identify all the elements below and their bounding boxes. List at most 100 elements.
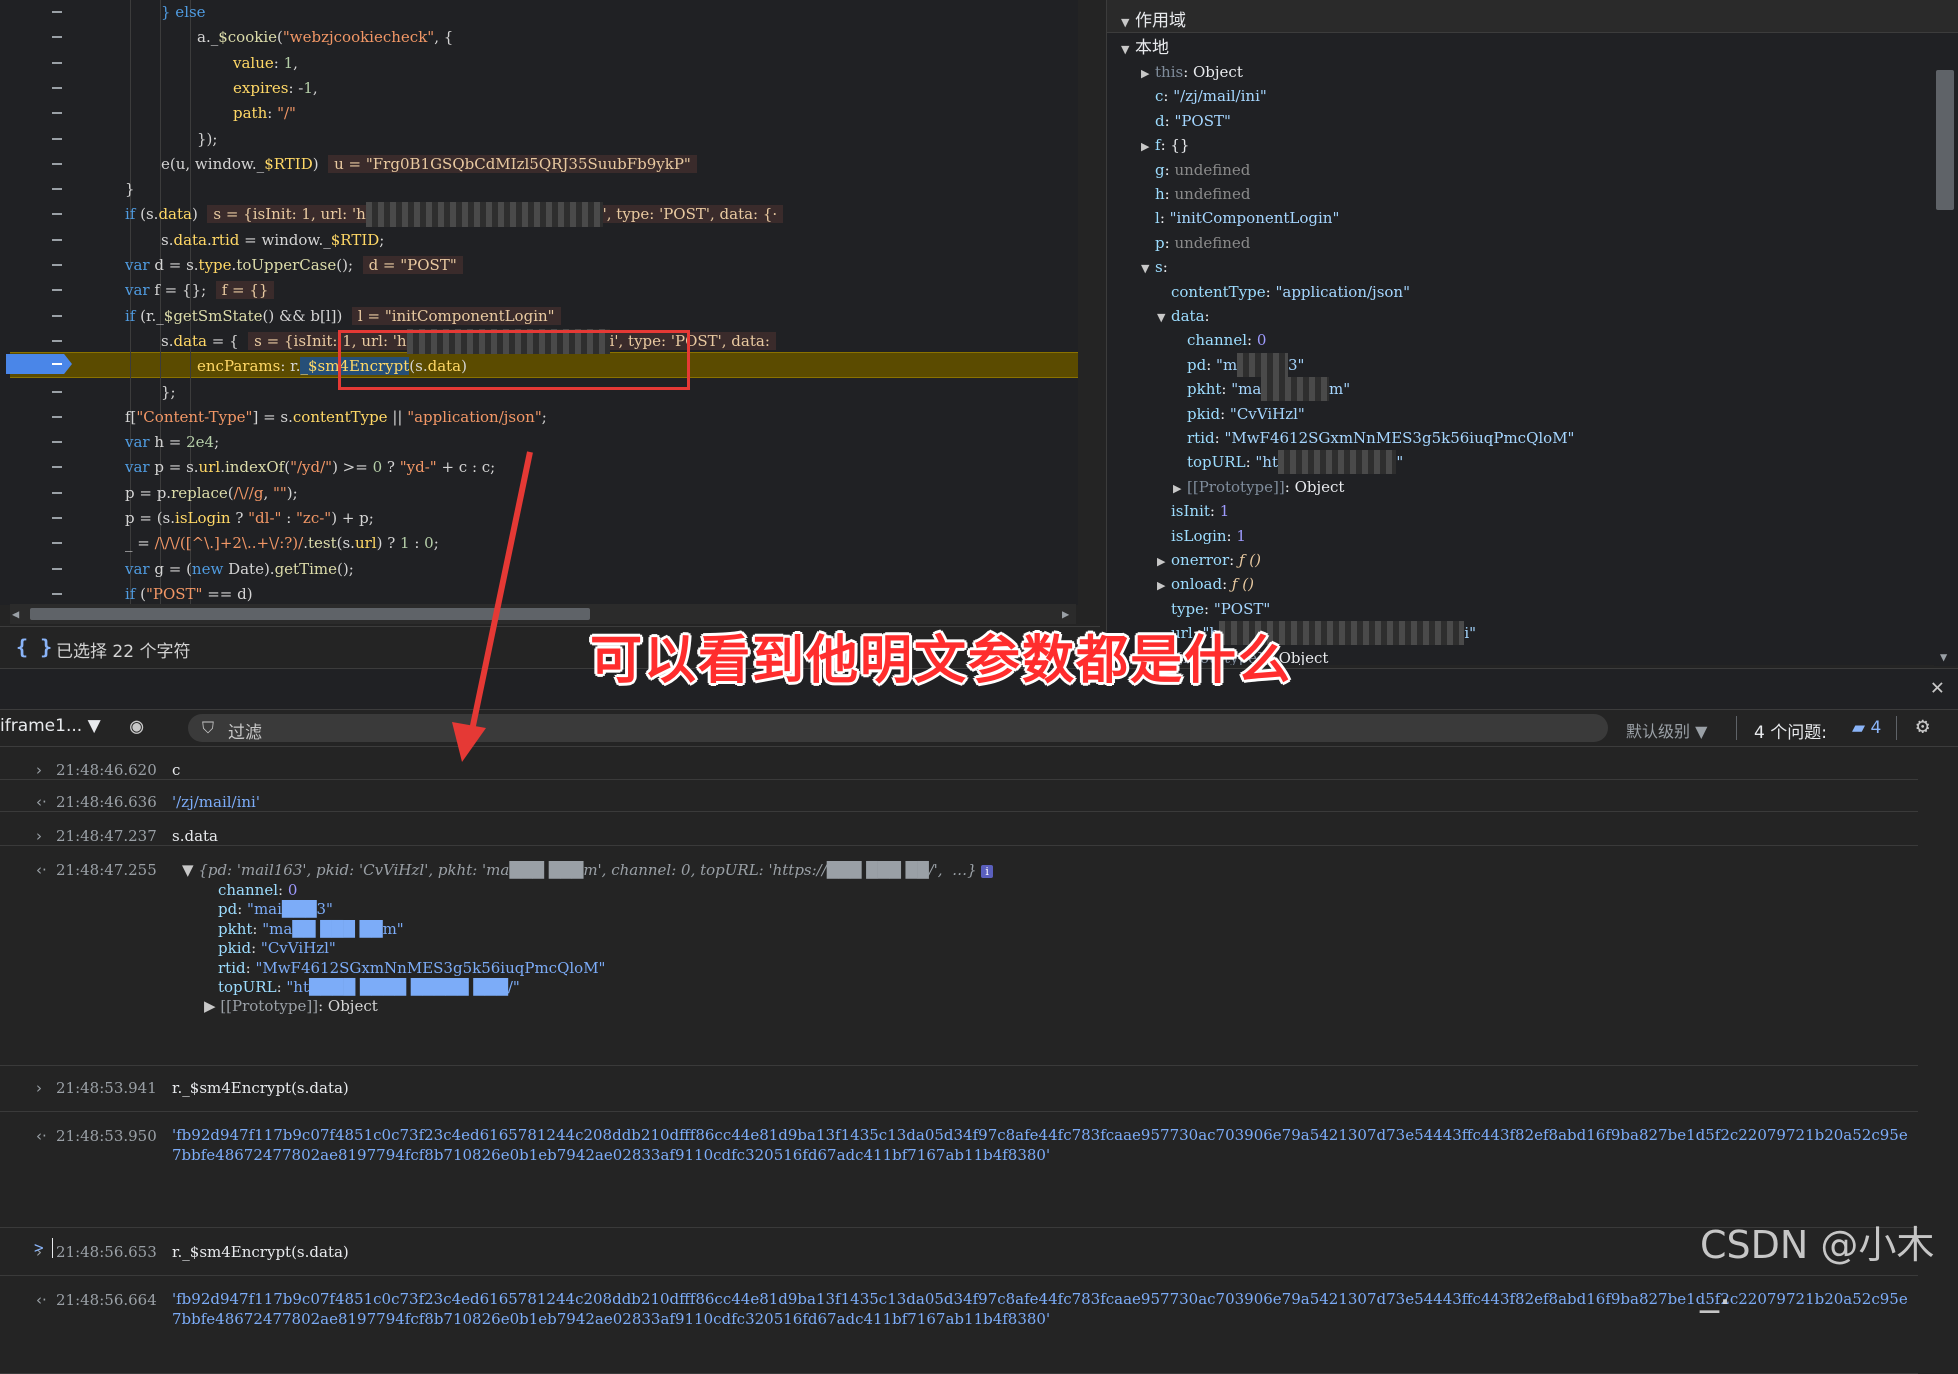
code-line[interactable]: value: 1, (233, 51, 298, 76)
code-line[interactable]: e(u, window._$RTID) u = "Frg0B1GSQbCdMIz… (161, 152, 697, 177)
code-line[interactable]: }); (197, 127, 217, 152)
code-line[interactable]: path: "/" (233, 101, 296, 126)
code-line[interactable]: var f = {}; f = {} (125, 278, 275, 303)
source-h-scroll-thumb[interactable] (30, 608, 590, 620)
code-line[interactable]: if (s.data) s = {isInit: 1, url: 'hxxxxx… (125, 202, 784, 228)
expand-triangle-icon[interactable]: ▶ (1141, 135, 1155, 159)
line-gutter[interactable] (0, 0, 78, 605)
code-editor[interactable]: } else a._$cookie("webzjcookiecheck", {va… (78, 0, 1078, 605)
code-line[interactable]: var g = (new Date).getTime(); (125, 557, 354, 582)
line-number-marker[interactable] (52, 238, 62, 241)
line-number-marker[interactable] (52, 11, 62, 13)
collapse-triangle-icon[interactable]: ▼ (1141, 257, 1155, 281)
scope-variable-row: isLogin: 1 (1157, 524, 1246, 548)
line-number-marker[interactable] (52, 466, 62, 469)
console-entry[interactable]: › 21:48:47.237 s.data (0, 813, 1918, 846)
pretty-print-icon[interactable]: { } (16, 635, 52, 659)
line-number-marker[interactable] (52, 339, 62, 342)
code-line[interactable]: f["Content-Type"] = s.contentType || "ap… (125, 405, 547, 430)
line-number-marker[interactable] (52, 567, 62, 570)
eye-icon[interactable]: ◉ (130, 714, 143, 739)
scope-variable-text: [[Prototype]]: Object (1187, 477, 1345, 496)
line-number-marker[interactable] (52, 542, 62, 545)
scope-variable-row[interactable]: ▶ onerror: ƒ () (1157, 548, 1261, 572)
code-line[interactable]: } else (161, 0, 206, 25)
line-number-marker[interactable] (52, 517, 62, 519)
console-command: s.data (172, 827, 218, 845)
line-number-marker[interactable] (52, 36, 62, 39)
console-entry[interactable]: ‹· 21:48:56.664 'fb92d947f117b9c07f4851c0c… (0, 1277, 1918, 1374)
line-number-marker[interactable] (52, 137, 62, 140)
code-line[interactable]: if (r._$getSmState() && b[l]) l = "initC… (125, 304, 561, 329)
line-number-marker[interactable] (52, 264, 62, 266)
scope-variable-row[interactable]: ▶ this: Object (1141, 60, 1243, 84)
filter-input[interactable]: ⛉ 过滤 (188, 714, 1608, 743)
code-line[interactable]: if ("POST" == d) (125, 582, 253, 605)
scope-variable-text: type: "POST" (1171, 599, 1271, 618)
line-number-marker[interactable] (52, 213, 62, 216)
console-input[interactable] (52, 1238, 53, 1258)
line-number-marker[interactable] (52, 441, 62, 444)
line-number-marker[interactable] (52, 390, 62, 393)
issues-count-badge[interactable]: ▰ 4 (1852, 718, 1881, 738)
scope-section-header[interactable]: ▼ 作用域 (1107, 0, 1958, 33)
issues-label[interactable]: 4 个问题: (1754, 718, 1827, 743)
line-number-marker[interactable] (52, 415, 62, 418)
line-number-marker[interactable] (52, 86, 62, 89)
line-number-marker[interactable] (52, 289, 62, 292)
code-line[interactable]: var h = 2e4; (125, 430, 219, 455)
scope-variable-row[interactable]: ▼ data: (1157, 304, 1210, 328)
console-entry[interactable]: ‹· 21:48:46.636 '/zj/mail/ini' (0, 779, 1918, 812)
object-property[interactable]: ▶ [[Prototype]]: Object (204, 997, 378, 1015)
source-code-pane[interactable]: } else a._$cookie("webzjcookiecheck", {va… (0, 0, 1078, 605)
collapse-triangle-icon[interactable]: ▼ (1157, 306, 1171, 330)
code-line[interactable]: _ = /\/\/([^\.]+2\..+\/:?)/.test(s.url) … (125, 531, 439, 556)
log-level-select[interactable]: 默认级别 ▼ (1626, 718, 1707, 742)
console-entry[interactable]: › 21:48:56.653 r._$sm4Encrypt(s.data) (0, 1229, 1918, 1276)
close-icon[interactable]: ✕ (1931, 675, 1944, 700)
scope-variable-row[interactable]: ▼ s: (1141, 255, 1168, 279)
scope-scroll-down-icon[interactable]: ▼ (1940, 650, 1947, 664)
object-preview[interactable]: ▼ {pd: 'mail163', pkid: 'CvViHzl', pkht:… (182, 861, 993, 879)
input-chevron-icon: › (36, 827, 42, 845)
breakpoint-marker[interactable] (6, 354, 72, 374)
expand-triangle-icon[interactable]: ▶ (1173, 477, 1187, 501)
context-selector[interactable]: iframe1... ▼ (0, 716, 101, 736)
line-number-marker[interactable] (52, 61, 62, 64)
code-line[interactable]: p = p.replace(/\//g, ""); (125, 481, 298, 506)
scope-variable-row[interactable]: ▶ [[Prototype]]: Object (1173, 475, 1344, 499)
scope-variable-row[interactable]: ▶ f: {} (1141, 133, 1189, 157)
gear-icon[interactable]: ⚙ (1916, 714, 1929, 739)
collapse-triangle-icon[interactable]: ▼ (1121, 38, 1135, 62)
expand-triangle-icon[interactable]: ▶ (1157, 550, 1171, 574)
line-number-marker[interactable] (52, 592, 62, 595)
scope-variable-row: g: undefined (1141, 158, 1250, 182)
collapse-triangle-icon[interactable]: ▼ (1121, 16, 1135, 29)
expand-triangle-icon[interactable]: ▶ (1141, 62, 1155, 86)
scope-local-header[interactable]: ▼ 本地 (1121, 36, 1169, 60)
line-number-marker[interactable] (52, 188, 62, 191)
console-entry[interactable]: ‹· 21:48:53.950 'fb92d947f117b9c07f4851c0c… (0, 1113, 1918, 1228)
console-entry[interactable]: › 21:48:53.941 r._$sm4Encrypt(s.data) (0, 1065, 1918, 1112)
console-output[interactable]: › 21:48:46.620 c ‹· 21:48:46.636 '/zj/mail/in… (0, 747, 1958, 1374)
code-line[interactable]: }; (161, 380, 176, 405)
code-line[interactable]: expires: -1, (233, 76, 318, 101)
code-line[interactable]: a._$cookie("webzjcookiecheck", { (197, 25, 453, 50)
scope-variable-row[interactable]: ▶ onload: ƒ () (1157, 572, 1254, 596)
scope-scroll-thumb[interactable] (1936, 70, 1954, 210)
line-number-marker[interactable] (52, 491, 62, 494)
code-line[interactable]: var p = s.url.indexOf("/yd/") >= 0 ? "yd… (125, 455, 495, 480)
code-line[interactable]: var d = s.type.toUpperCase(); d = "POST" (125, 253, 463, 278)
code-line[interactable]: s.data.rtid = window._$RTID; (161, 228, 384, 253)
annotation-caption: 可以看到他明文参数都是什么 (590, 631, 1293, 691)
line-number-marker[interactable] (52, 112, 62, 115)
console-entry[interactable]: ‹· 21:48:47.255 ▼ {pd: 'mail163', pkid: 'C… (0, 847, 1918, 1066)
expand-triangle-icon[interactable]: ▶ (1157, 574, 1171, 598)
scroll-left-icon[interactable]: ◀ (12, 607, 19, 621)
line-number-marker[interactable] (52, 314, 62, 317)
code-line[interactable]: } (125, 177, 135, 202)
line-number-marker[interactable] (52, 162, 62, 165)
toolbar-divider (1736, 716, 1737, 740)
code-line[interactable]: p = (s.isLogin ? "dl-" : "zc-") + p; (125, 506, 374, 531)
console-entry[interactable]: › 21:48:46.620 c (0, 747, 1918, 780)
